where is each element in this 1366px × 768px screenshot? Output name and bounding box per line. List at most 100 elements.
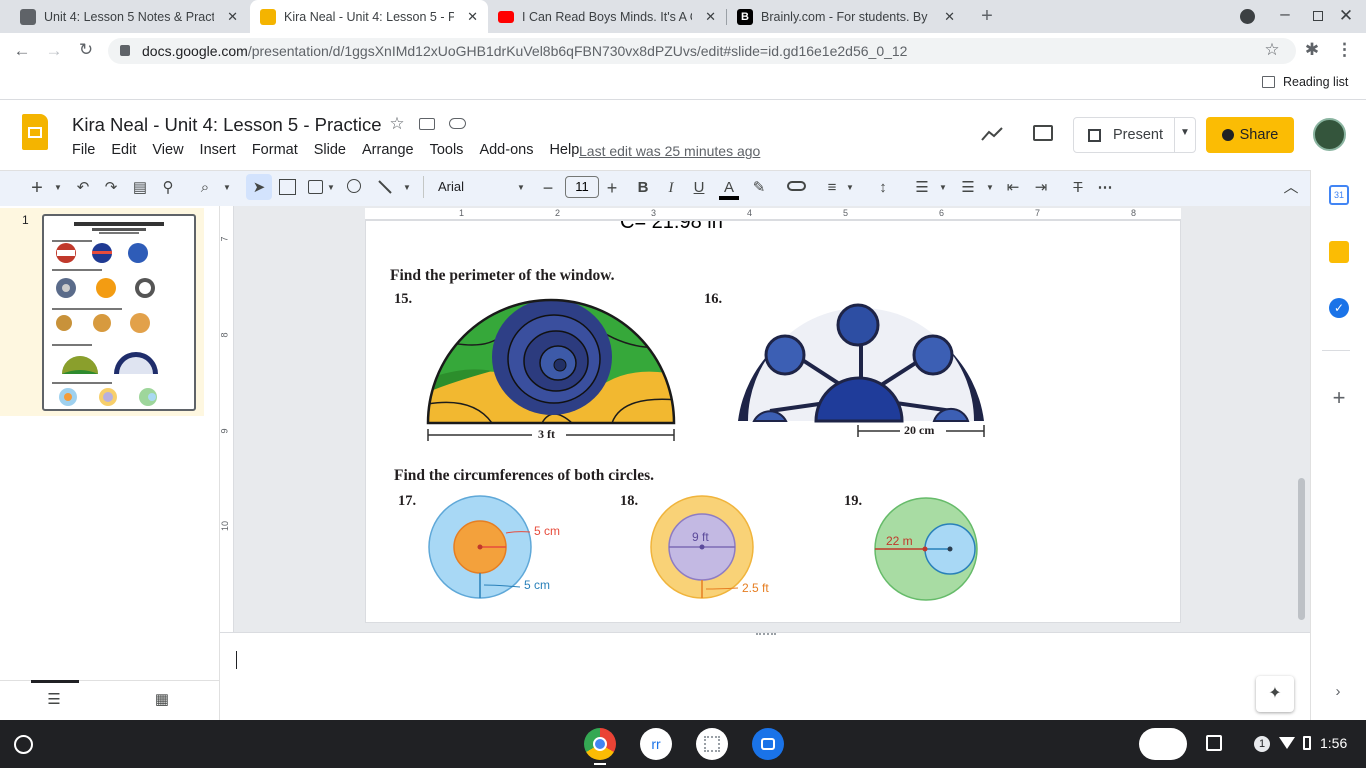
menu-help[interactable]: Help xyxy=(549,142,579,158)
increase-font-icon[interactable]: + xyxy=(604,177,620,199)
shape-icon[interactable] xyxy=(347,179,361,193)
grid-view-icon[interactable]: ▦ xyxy=(153,689,171,711)
new-tab-icon[interactable]: + xyxy=(977,5,997,28)
decrease-indent-icon[interactable]: ⇤ xyxy=(1004,177,1022,199)
underline-icon[interactable]: U xyxy=(692,177,706,199)
link-icon[interactable] xyxy=(787,181,806,191)
menu-arrange[interactable]: Arrange xyxy=(362,142,414,158)
close-tab-icon[interactable]: ✕ xyxy=(944,9,955,25)
numbered-list-dropdown-icon[interactable]: ▼ xyxy=(938,177,948,199)
redo-icon[interactable]: ↷ xyxy=(102,177,120,199)
activity-dashboard-icon[interactable] xyxy=(981,126,1003,142)
keep-icon[interactable] xyxy=(1329,241,1349,263)
notes-resize-handle[interactable] xyxy=(756,633,776,637)
line-icon[interactable] xyxy=(377,179,393,195)
close-tab-icon[interactable]: ✕ xyxy=(467,9,478,25)
tab-youtube[interactable]: I Can Read Boys Minds. It's A Curse ✕ xyxy=(488,0,726,33)
zoom-icon[interactable]: ⌕ xyxy=(195,177,215,199)
menu-slide[interactable]: Slide xyxy=(314,142,346,158)
italic-icon[interactable]: I xyxy=(664,177,678,199)
line-dropdown-icon[interactable]: ▼ xyxy=(402,177,412,199)
image-icon[interactable] xyxy=(308,180,323,194)
clipboard-icon[interactable] xyxy=(1206,735,1222,751)
wifi-icon[interactable] xyxy=(1279,737,1295,749)
restore-icon[interactable] xyxy=(1313,11,1323,21)
cloud-status-icon[interactable] xyxy=(449,118,466,129)
back-icon[interactable]: ← xyxy=(12,41,32,61)
move-folder-icon[interactable] xyxy=(419,118,435,130)
tab-brainly[interactable]: B Brainly.com - For students. By student… xyxy=(727,0,965,33)
share-button[interactable]: Share xyxy=(1206,117,1294,153)
close-window-icon[interactable]: ✕ xyxy=(1338,6,1354,26)
cut-off-answer-text[interactable]: C= 21.98 in xyxy=(620,221,723,234)
close-tab-icon[interactable]: ✕ xyxy=(227,9,238,25)
paint-format-icon[interactable]: ⚲ xyxy=(159,177,177,199)
decrease-font-icon[interactable]: − xyxy=(540,177,556,199)
slides-logo[interactable] xyxy=(22,114,48,150)
last-edit-link[interactable]: Last edit was 25 minutes ago xyxy=(579,143,760,159)
apps-grid-icon[interactable] xyxy=(696,728,728,760)
undo-icon[interactable]: ↶ xyxy=(74,177,92,199)
address-bar[interactable]: docs.google.com/presentation/d/1ggsXnIMd… xyxy=(108,38,1296,64)
reading-list-button[interactable]: Reading list xyxy=(1262,75,1348,89)
vertical-scrollbar-thumb[interactable] xyxy=(1298,478,1305,620)
tab-slides-practice[interactable]: Kira Neal - Unit 4: Lesson 5 - Practice … xyxy=(250,0,488,33)
bulleted-list-icon[interactable]: ☰ xyxy=(959,177,977,199)
menu-insert[interactable]: Insert xyxy=(200,142,236,158)
align-icon[interactable]: ≡ xyxy=(824,177,840,199)
document-title[interactable]: Kira Neal - Unit 4: Lesson 5 - Practice xyxy=(72,114,382,136)
bulleted-list-dropdown-icon[interactable]: ▼ xyxy=(985,177,995,199)
chrome-menu-icon[interactable]: ⋮ xyxy=(1336,40,1353,60)
font-dropdown-icon[interactable]: ▼ xyxy=(516,177,526,199)
get-addons-icon[interactable]: + xyxy=(1329,385,1349,411)
menu-view[interactable]: View xyxy=(152,142,183,158)
tote-holding-space[interactable] xyxy=(1139,728,1187,760)
slide[interactable]: C= 21.98 in Find the perimeter of the wi… xyxy=(365,220,1181,623)
tab-lesson-notes[interactable]: Unit 4: Lesson 5 Notes & Practice ✕ xyxy=(0,0,248,33)
forward-icon[interactable]: → xyxy=(44,41,64,61)
font-size-input[interactable]: 11 xyxy=(565,176,599,198)
comment-history-icon[interactable] xyxy=(1033,125,1053,141)
menu-addons[interactable]: Add-ons xyxy=(479,142,533,158)
files-app-icon[interactable]: rr xyxy=(640,728,672,760)
zoom-dropdown-icon[interactable]: ▼ xyxy=(222,177,232,199)
speaker-notes[interactable] xyxy=(220,632,1310,720)
bold-icon[interactable]: B xyxy=(636,177,650,199)
explore-icon[interactable]: ✦ xyxy=(1256,676,1294,712)
launcher-icon[interactable] xyxy=(14,735,33,754)
close-tab-icon[interactable]: ✕ xyxy=(705,9,716,25)
increase-indent-icon[interactable]: ⇥ xyxy=(1032,177,1050,199)
account-avatar[interactable] xyxy=(1313,118,1346,151)
notification-badge[interactable]: 1 xyxy=(1254,736,1270,752)
more-icon[interactable]: ⋯ xyxy=(1096,177,1114,199)
align-dropdown-icon[interactable]: ▼ xyxy=(845,177,855,199)
text-box-icon[interactable] xyxy=(279,179,296,195)
menu-file[interactable]: File xyxy=(72,142,95,158)
line-spacing-icon[interactable]: ↕ xyxy=(874,177,892,199)
show-side-panel-icon[interactable]: › xyxy=(1330,683,1346,700)
new-slide-dropdown-icon[interactable]: ▼ xyxy=(53,177,63,199)
numbered-list-icon[interactable]: ☰ xyxy=(913,177,931,199)
reload-icon[interactable]: ↻ xyxy=(76,40,96,60)
filmstrip-view-icon[interactable]: ☰ xyxy=(45,689,63,711)
image-dropdown-icon[interactable]: ▼ xyxy=(326,177,336,199)
menu-tools[interactable]: Tools xyxy=(430,142,464,158)
tab-search-icon[interactable] xyxy=(1240,9,1255,24)
present-dropdown-icon[interactable]: ▼ xyxy=(1180,127,1190,138)
menu-edit[interactable]: Edit xyxy=(111,142,136,158)
font-family-select[interactable]: Arial xyxy=(430,175,530,199)
chrome-app-icon[interactable] xyxy=(584,728,616,760)
menu-format[interactable]: Format xyxy=(252,142,298,158)
new-slide-icon[interactable]: + xyxy=(28,177,46,199)
calendar-icon[interactable]: 31 xyxy=(1329,185,1349,205)
highlight-icon[interactable]: ✎ xyxy=(750,177,768,199)
star-icon[interactable]: ☆ xyxy=(388,114,406,134)
extensions-icon[interactable]: ✱ xyxy=(1303,40,1321,60)
collapse-menu-icon[interactable]: ︿ xyxy=(1283,177,1299,199)
tasks-icon[interactable]: ✓ xyxy=(1329,298,1349,318)
minimize-icon[interactable]: – xyxy=(1277,4,1293,24)
clear-formatting-icon[interactable]: T xyxy=(1069,177,1087,199)
bookmark-star-icon[interactable]: ☆ xyxy=(1263,40,1281,60)
slide-thumbnail[interactable] xyxy=(42,214,196,411)
battery-icon[interactable] xyxy=(1303,736,1311,750)
